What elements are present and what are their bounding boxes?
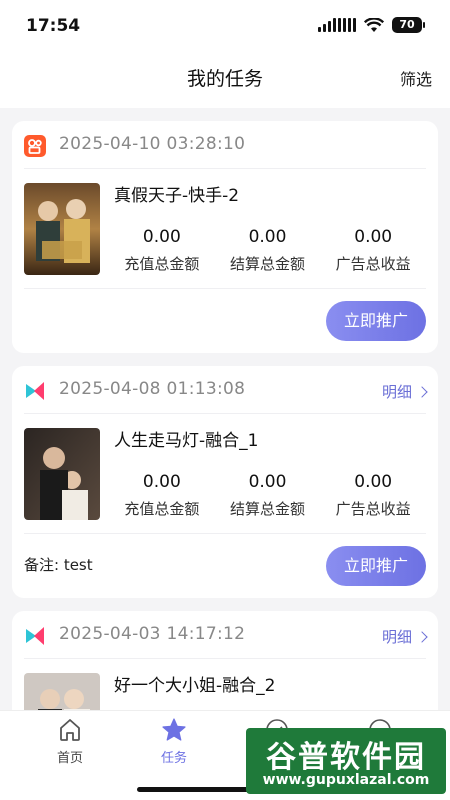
ad-stat: 0.00 广告总收益 [320, 227, 426, 274]
tab-home[interactable]: 首页 [30, 717, 110, 766]
tab-tasks-label: 任务 [160, 751, 187, 766]
task-card-header: 2025-04-08 01:13:08 明细 [24, 366, 428, 414]
chevron-right-icon [416, 630, 428, 643]
status-icons: 70 [318, 17, 425, 33]
promote-button[interactable]: 立即推广 [326, 301, 426, 341]
task-card-header: 2025-04-10 03:28:10 [24, 121, 426, 169]
drama-poster[interactable] [24, 673, 100, 710]
recharge-value: 0.00 [142, 472, 181, 492]
drama-poster[interactable] [24, 183, 100, 275]
tab-home-label: 首页 [56, 751, 83, 766]
chevron-right-icon [416, 385, 428, 398]
task-stats: 0.00 充值总金额 0.00 结算总金额 0.00 广告总收益 [109, 472, 426, 519]
task-card-footer: 备注: test 立即推广 [24, 534, 426, 598]
filter-button[interactable]: 筛选 [400, 66, 432, 90]
recharge-stat: 0.00 充值总金额 [109, 472, 215, 519]
task-card: 2025-04-08 01:13:08 明细 人生走马灯-融合_1 0.00 充… [12, 366, 438, 598]
task-time: 2025-04-08 01:13:08 [59, 379, 246, 399]
watermark-logo: 谷普软件园 www.gupuxlazal.com [246, 728, 446, 794]
status-time: 17:54 [26, 16, 81, 36]
status-bar: 17:54 70 [0, 0, 450, 50]
wifi-icon [364, 17, 384, 32]
drama-title: 真假天子-快手-2 [114, 186, 240, 206]
nav-bar: 我的任务 筛选 [0, 50, 450, 108]
recharge-value: 0.00 [142, 227, 181, 247]
task-note: 备注: test [24, 556, 93, 574]
drama-title: 人生走马灯-融合_1 [114, 431, 259, 451]
task-card-header: 2025-04-03 14:17:12 明细 [24, 611, 428, 659]
settle-value: 0.00 [248, 227, 287, 247]
recharge-label: 充值总金额 [124, 500, 200, 518]
task-card-body: 人生走马灯-融合_1 0.00 充值总金额 0.00 结算总金额 0.00 广告… [24, 414, 426, 534]
battery-icon: 70 [392, 17, 425, 33]
detail-label: 明细 [381, 628, 412, 646]
watermark-url: www.gupuxlazal.com [262, 772, 430, 788]
watermark-text: 谷普软件园 [266, 740, 426, 775]
drama-title: 好一个大小姐-融合_2 [114, 676, 276, 696]
ad-value: 0.00 [354, 227, 393, 247]
detail-link[interactable]: 明细 [381, 381, 428, 402]
settle-label: 结算总金额 [230, 255, 306, 273]
page-title: 我的任务 [186, 68, 263, 90]
settle-value: 0.00 [248, 472, 287, 492]
task-list[interactable]: 2025-04-10 03:28:10 真假天子-快手-2 0.00 充值总金额… [0, 108, 450, 710]
ronghe-icon [26, 627, 44, 645]
ad-label: 广告总收益 [335, 255, 411, 273]
recharge-label: 充值总金额 [124, 255, 200, 273]
promote-button[interactable]: 立即推广 [326, 546, 426, 586]
task-card-body: 好一个大小姐-融合_2 [24, 659, 426, 710]
tab-tasks[interactable]: 任务 [134, 717, 214, 766]
home-icon [60, 719, 80, 741]
ad-label: 广告总收益 [335, 500, 411, 518]
ronghe-icon [26, 382, 44, 400]
task-card-body: 真假天子-快手-2 0.00 充值总金额 0.00 结算总金额 0.00 广告总… [24, 169, 426, 289]
task-card-footer: 立即推广 [24, 289, 426, 353]
settle-label: 结算总金额 [230, 500, 306, 518]
star-icon [162, 718, 186, 741]
settle-stat: 0.00 结算总金额 [215, 227, 321, 274]
detail-label: 明细 [381, 383, 412, 401]
recharge-stat: 0.00 充值总金额 [109, 227, 215, 274]
ad-value: 0.00 [354, 472, 393, 492]
task-time: 2025-04-03 14:17:12 [59, 624, 246, 644]
detail-link[interactable]: 明细 [381, 626, 428, 647]
battery-level: 70 [399, 18, 415, 31]
kuaishou-icon [24, 135, 46, 157]
drama-poster[interactable] [24, 428, 100, 520]
settle-stat: 0.00 结算总金额 [215, 472, 321, 519]
task-stats: 0.00 充值总金额 0.00 结算总金额 0.00 广告总收益 [109, 227, 426, 274]
task-time: 2025-04-10 03:28:10 [59, 134, 246, 154]
task-card: 2025-04-10 03:28:10 真假天子-快手-2 0.00 充值总金额… [12, 121, 438, 353]
ad-stat: 0.00 广告总收益 [320, 472, 426, 519]
cellular-signal-icon [318, 18, 356, 32]
task-card: 2025-04-03 14:17:12 明细 好一个大小姐-融合_2 [12, 611, 438, 710]
